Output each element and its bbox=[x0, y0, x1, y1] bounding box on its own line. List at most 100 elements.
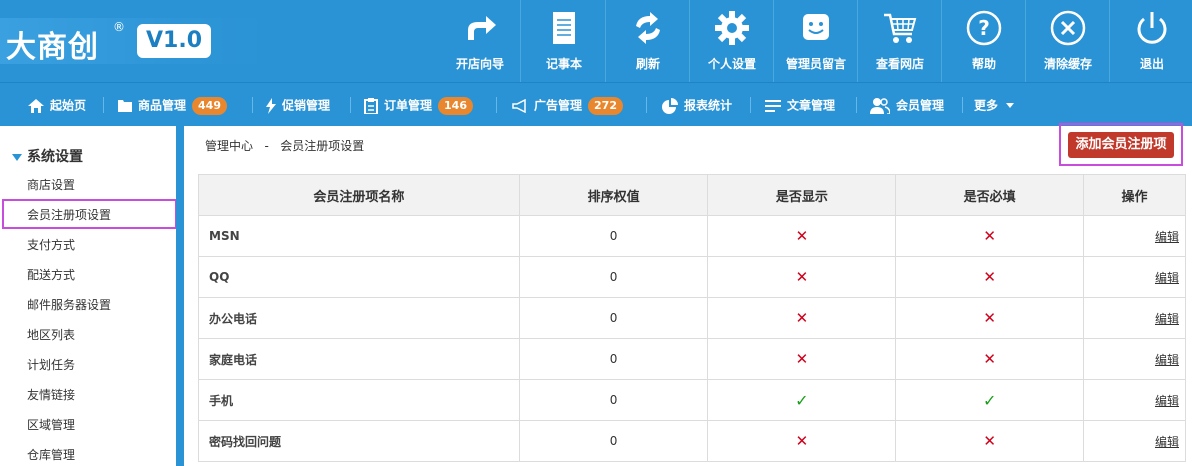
pie-chart-icon bbox=[662, 97, 678, 114]
nav-divider bbox=[496, 97, 497, 113]
toolbar-label: 管理员留言 bbox=[785, 57, 846, 71]
svg-text:?: ? bbox=[978, 16, 990, 40]
home-icon bbox=[28, 98, 44, 113]
field-order[interactable]: 0 bbox=[518, 256, 709, 298]
message-smile-icon bbox=[803, 14, 829, 40]
megaphone-icon bbox=[512, 98, 526, 113]
folder-icon bbox=[118, 100, 132, 112]
column-header-actions: 操作 bbox=[1083, 174, 1186, 216]
sidebar-item-warehouse[interactable]: 仓库管理 bbox=[27, 445, 75, 465]
toolbar-personal-settings[interactable]: 个人设置 bbox=[704, 0, 760, 82]
nav-articles[interactable]: 文章管理 bbox=[765, 83, 835, 127]
toolbar-open-store-guide[interactable]: 开店向导 bbox=[452, 0, 508, 82]
breadcrumb: 管理中心 - 会员注册项设置 bbox=[205, 137, 364, 154]
toolbar-divider bbox=[1109, 0, 1110, 82]
field-order[interactable]: 0 bbox=[518, 338, 709, 380]
edit-link[interactable]: 编辑 bbox=[1155, 435, 1179, 449]
add-registration-field-button[interactable]: 添加会员注册项 bbox=[1068, 132, 1174, 158]
nav-label: 促销管理 bbox=[282, 98, 331, 113]
nav-orders[interactable]: 订单管理 146 bbox=[364, 83, 473, 127]
field-order[interactable]: 0 bbox=[518, 297, 709, 339]
table-row: 密码找回问题 0 ✕ ✕ 编辑 bbox=[198, 420, 1186, 462]
sidebar-item-links[interactable]: 友情链接 bbox=[27, 385, 75, 405]
show-status[interactable]: ✕ bbox=[707, 338, 897, 380]
nav-members[interactable]: 会员管理 bbox=[870, 83, 944, 127]
nav-reports[interactable]: 报表统计 bbox=[662, 83, 732, 127]
cross-icon: ✕ bbox=[795, 350, 809, 368]
edit-link[interactable]: 编辑 bbox=[1155, 394, 1179, 408]
toolbar-divider bbox=[689, 0, 690, 82]
table-row: QQ 0 ✕ ✕ 编辑 bbox=[198, 256, 1186, 298]
show-status[interactable]: ✕ bbox=[707, 420, 897, 462]
edit-link[interactable]: 编辑 bbox=[1155, 312, 1179, 326]
count-badge: 272 bbox=[588, 96, 623, 115]
nav-more[interactable]: 更多 bbox=[974, 83, 1015, 127]
sidebar-section-title[interactable]: 系统设置 bbox=[12, 146, 83, 166]
clear-icon bbox=[1050, 10, 1086, 46]
sidebar-item-payment[interactable]: 支付方式 bbox=[27, 235, 75, 255]
actions-cell: 编辑 bbox=[1083, 420, 1186, 462]
toolbar-label: 帮助 bbox=[971, 57, 996, 71]
field-name: 办公电话 bbox=[198, 297, 520, 339]
field-name: MSN bbox=[198, 215, 520, 257]
toolbar-label: 个人设置 bbox=[707, 57, 756, 71]
field-order[interactable]: 0 bbox=[518, 379, 709, 421]
main-nav: 起始页 商品管理 449 促销管理 订单管理 146 广告管理 272 报表统计 文章… bbox=[0, 82, 1192, 126]
sidebar-item-cron[interactable]: 计划任务 bbox=[27, 355, 75, 375]
required-status[interactable]: ✕ bbox=[895, 420, 1085, 462]
cross-icon: ✕ bbox=[983, 309, 996, 327]
nav-promotion[interactable]: 促销管理 bbox=[266, 83, 330, 127]
required-status[interactable]: ✕ bbox=[895, 256, 1085, 298]
sidebar-item-region-list[interactable]: 地区列表 bbox=[27, 325, 75, 345]
toolbar-clear-cache[interactable]: 清除缓存 bbox=[1040, 0, 1096, 82]
show-status[interactable]: ✕ bbox=[707, 256, 897, 298]
required-status[interactable]: ✕ bbox=[895, 297, 1085, 339]
field-order[interactable]: 0 bbox=[518, 420, 709, 462]
field-name: 手机 bbox=[198, 379, 520, 421]
cross-icon: ✕ bbox=[983, 227, 996, 245]
toolbar-admin-message[interactable]: 管理员留言 bbox=[786, 0, 846, 82]
required-status[interactable]: ✕ bbox=[895, 338, 1085, 380]
sidebar-item-shipping[interactable]: 配送方式 bbox=[27, 265, 75, 285]
nav-goods[interactable]: 商品管理 449 bbox=[118, 83, 227, 127]
toolbar-notepad[interactable]: 记事本 bbox=[536, 0, 592, 82]
power-icon bbox=[1137, 12, 1167, 44]
nav-label: 文章管理 bbox=[787, 98, 836, 113]
toolbar-refresh[interactable]: 刷新 bbox=[620, 0, 676, 82]
nav-ads[interactable]: 广告管理 272 bbox=[512, 83, 623, 127]
show-status[interactable]: ✓ bbox=[707, 379, 897, 421]
sidebar-item-store-settings[interactable]: 商店设置 bbox=[27, 175, 75, 195]
toolbar-label: 刷新 bbox=[635, 57, 660, 71]
required-status[interactable]: ✕ bbox=[895, 215, 1085, 257]
edit-link[interactable]: 编辑 bbox=[1155, 353, 1179, 367]
table-row: 手机 0 ✓ ✓ 编辑 bbox=[198, 379, 1186, 421]
edit-link[interactable]: 编辑 bbox=[1155, 271, 1179, 285]
column-header-required: 是否必填 bbox=[895, 174, 1085, 216]
list-icon bbox=[765, 99, 781, 112]
table-row: 家庭电话 0 ✕ ✕ 编辑 bbox=[198, 338, 1186, 380]
column-header-show: 是否显示 bbox=[707, 174, 897, 216]
edit-link[interactable]: 编辑 bbox=[1155, 230, 1179, 244]
cross-icon: ✕ bbox=[983, 350, 996, 368]
table-row: 办公电话 0 ✕ ✕ 编辑 bbox=[198, 297, 1186, 339]
table-row: MSN 0 ✕ ✕ 编辑 bbox=[198, 215, 1186, 257]
cross-icon: ✕ bbox=[983, 268, 996, 286]
toolbar-logout[interactable]: 退出 bbox=[1124, 0, 1180, 82]
breadcrumb-root[interactable]: 管理中心 bbox=[205, 139, 253, 153]
sidebar-divider bbox=[176, 126, 184, 466]
nav-home[interactable]: 起始页 bbox=[28, 83, 86, 127]
actions-cell: 编辑 bbox=[1083, 256, 1186, 298]
nav-label: 更多 bbox=[974, 98, 999, 113]
show-status[interactable]: ✕ bbox=[707, 297, 897, 339]
required-status[interactable]: ✓ bbox=[895, 379, 1085, 421]
field-order[interactable]: 0 bbox=[518, 215, 709, 257]
check-icon: ✓ bbox=[982, 390, 997, 410]
nav-label: 起始页 bbox=[50, 98, 87, 113]
toolbar-help[interactable]: ? 帮助 bbox=[956, 0, 1012, 82]
nav-label: 订单管理 bbox=[384, 98, 433, 113]
show-status[interactable]: ✕ bbox=[707, 215, 897, 257]
sidebar-item-area[interactable]: 区域管理 bbox=[27, 415, 75, 435]
field-name: QQ bbox=[198, 256, 520, 298]
sidebar-item-mail-server[interactable]: 邮件服务器设置 bbox=[27, 295, 111, 315]
toolbar-view-store[interactable]: 查看网店 bbox=[872, 0, 928, 82]
